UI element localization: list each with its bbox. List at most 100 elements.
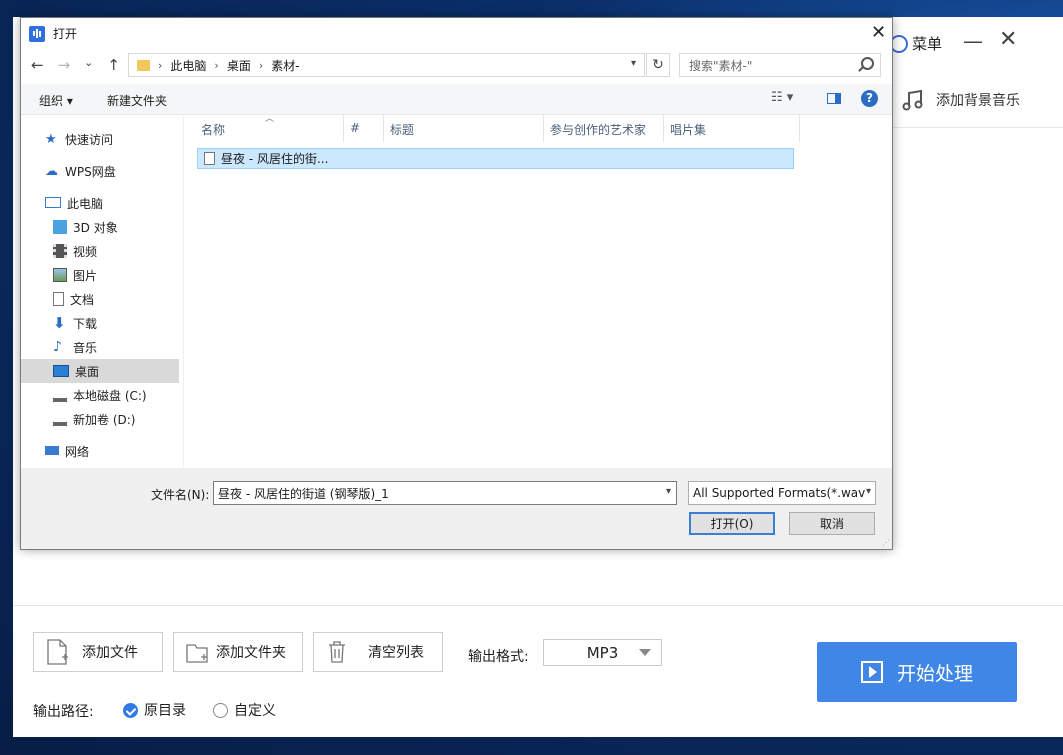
chevron-down-icon[interactable]: ▾ <box>666 486 671 497</box>
help-icon[interactable]: ? <box>861 90 878 107</box>
drive-icon <box>53 416 67 426</box>
radio-label: 自定义 <box>234 703 276 719</box>
search-icon <box>861 57 874 70</box>
start-processing-button[interactable]: 开始处理 <box>817 642 1017 702</box>
refresh-button[interactable]: ↻ <box>646 53 670 77</box>
sort-up-icon: ︿ <box>265 114 275 124</box>
sidebar-item-3d-objects[interactable]: 3D 对象 <box>53 215 118 239</box>
column-divider[interactable] <box>543 114 544 142</box>
minimize-button[interactable]: — <box>963 29 983 53</box>
close-button[interactable]: ✕ <box>999 27 1017 52</box>
dialog-toolbar: 组织 ▾ 新建文件夹 ☷ ▾ ? <box>21 84 892 115</box>
sidebar-item-label: 本地磁盘 (C:) <box>73 388 147 403</box>
search-input[interactable]: 搜索"素材-" <box>679 53 881 77</box>
chevron-right-icon: › <box>214 58 219 72</box>
dialog-footer: 文件名(N): 昼夜 - 风居住的街道 (钢琴版)_1 ▾ All Suppor… <box>21 468 892 549</box>
sidebar-item-label: 图片 <box>73 268 98 283</box>
menu-label: 菜单 <box>912 35 943 53</box>
open-button[interactable]: 打开(O) <box>689 512 775 535</box>
radio-label: 原目录 <box>144 703 186 719</box>
sidebar-item-drive-c[interactable]: 本地磁盘 (C:) <box>53 383 147 407</box>
app-icon <box>29 25 45 42</box>
sidebar-item-label: 3D 对象 <box>73 220 118 235</box>
add-bgm-button[interactable]: 添加背景音乐 <box>900 87 1020 113</box>
column-divider[interactable] <box>663 114 664 142</box>
breadcrumb-item[interactable]: 桌面 <box>227 57 251 74</box>
add-file-button[interactable]: 添加文件 <box>33 632 163 672</box>
breadcrumb-item[interactable]: 素材- <box>271 57 299 74</box>
add-folder-button[interactable]: 添加文件夹 <box>173 632 303 672</box>
cube-icon <box>53 220 67 234</box>
column-divider[interactable] <box>799 114 800 142</box>
new-folder-button[interactable]: 新建文件夹 <box>107 92 167 109</box>
nav-buttons: ← → ⌄ ↑ <box>31 56 120 74</box>
sidebar-item-label: 快速访问 <box>65 132 114 147</box>
play-icon <box>860 661 883 683</box>
menu-button[interactable]: 菜单 <box>890 33 942 54</box>
output-format-select[interactable]: MP3 <box>543 639 662 666</box>
preview-pane-icon[interactable] <box>827 93 841 104</box>
add-file-icon <box>47 639 68 665</box>
resize-grip[interactable]: ⋰ <box>882 538 890 547</box>
start-label: 开始处理 <box>896 662 973 685</box>
view-options-icon[interactable]: ☷ ▾ <box>771 90 793 105</box>
filename-input[interactable]: 昼夜 - 风居住的街道 (钢琴版)_1 ▾ <box>213 481 677 505</box>
sidebar-item-label: 视频 <box>73 244 98 259</box>
chevron-down-icon: ▾ <box>865 486 871 497</box>
filename-value: 昼夜 - 风居住的街道 (钢琴版)_1 <box>218 486 389 501</box>
sidebar-item-label: 下载 <box>73 316 98 331</box>
picture-icon <box>53 268 67 282</box>
divider <box>13 605 1063 606</box>
file-list-item[interactable]: 昼夜 - 风居住的街... <box>197 148 794 169</box>
sidebar-item-drive-d[interactable]: 新加卷 (D:) <box>53 407 135 431</box>
sidebar-item-network[interactable]: 网络 <box>45 439 89 463</box>
sidebar-item-music[interactable]: ♪ 音乐 <box>53 335 97 359</box>
sidebar-item-desktop[interactable]: 桌面 <box>21 359 179 383</box>
breadcrumb-item[interactable]: 此电脑 <box>170 57 206 74</box>
sidebar-item-videos[interactable]: 视频 <box>53 239 97 263</box>
column-divider[interactable] <box>343 114 344 142</box>
column-divider[interactable] <box>383 114 384 142</box>
organize-menu[interactable]: 组织 ▾ <box>39 92 73 109</box>
video-icon <box>53 244 67 258</box>
column-headers: ︿ 名称 # 标题 参与创作的艺术家 唱片集 <box>183 114 892 142</box>
filetype-select[interactable]: All Supported Formats(*.wav ▾ <box>688 481 876 505</box>
forward-button[interactable]: → <box>58 56 71 74</box>
sidebar-item-quick-access[interactable]: ★ 快速访问 <box>45 127 113 151</box>
radio-original-dir[interactable]: 原目录 <box>123 700 186 720</box>
chevron-right-icon: › <box>158 58 163 72</box>
sidebar-item-label: 音乐 <box>73 340 98 355</box>
sidebar-item-label: 文档 <box>70 292 95 307</box>
network-icon <box>45 445 59 455</box>
column-header-title[interactable]: 标题 <box>390 121 414 138</box>
chevron-down-icon[interactable]: ▾ <box>631 58 636 69</box>
drive-icon <box>53 392 67 402</box>
sidebar-item-label: 新加卷 (D:) <box>73 412 136 427</box>
search-placeholder: 搜索"素材-" <box>689 58 753 73</box>
column-header-artist[interactable]: 参与创作的艺术家 <box>550 121 646 138</box>
sidebar-item-documents[interactable]: 文档 <box>53 287 94 311</box>
desktop-icon <box>53 365 69 377</box>
cancel-button[interactable]: 取消 <box>789 512 875 535</box>
column-header-name[interactable]: 名称 <box>201 121 225 138</box>
sidebar-item-downloads[interactable]: ⬇ 下载 <box>53 311 97 335</box>
column-header-album[interactable]: 唱片集 <box>670 121 706 138</box>
star-icon: ★ <box>45 132 57 147</box>
column-header-number[interactable]: # <box>350 121 360 135</box>
dialog-close-button[interactable]: ✕ <box>871 22 886 43</box>
clear-list-button[interactable]: 清空列表 <box>313 632 443 672</box>
radio-custom-dir[interactable]: 自定义 <box>213 700 276 720</box>
add-folder-label: 添加文件夹 <box>216 645 286 661</box>
sidebar-item-this-pc[interactable]: 此电脑 <box>45 191 103 215</box>
sidebar-item-label: 桌面 <box>75 364 100 379</box>
up-button[interactable]: ↑ <box>107 56 120 74</box>
add-file-label: 添加文件 <box>82 645 138 661</box>
sidebar-item-label: WPS网盘 <box>65 164 116 179</box>
sidebar-item-pictures[interactable]: 图片 <box>53 263 97 287</box>
recent-locations-button[interactable]: ⌄ <box>84 56 93 74</box>
address-bar[interactable]: › 此电脑 › 桌面 › 素材- ▾ <box>128 53 645 77</box>
sidebar-item-wps-cloud[interactable]: ☁ WPS网盘 <box>45 159 116 183</box>
back-button[interactable]: ← <box>31 56 44 74</box>
chevron-down-icon <box>639 649 651 656</box>
radio-unchecked-icon <box>213 702 228 718</box>
